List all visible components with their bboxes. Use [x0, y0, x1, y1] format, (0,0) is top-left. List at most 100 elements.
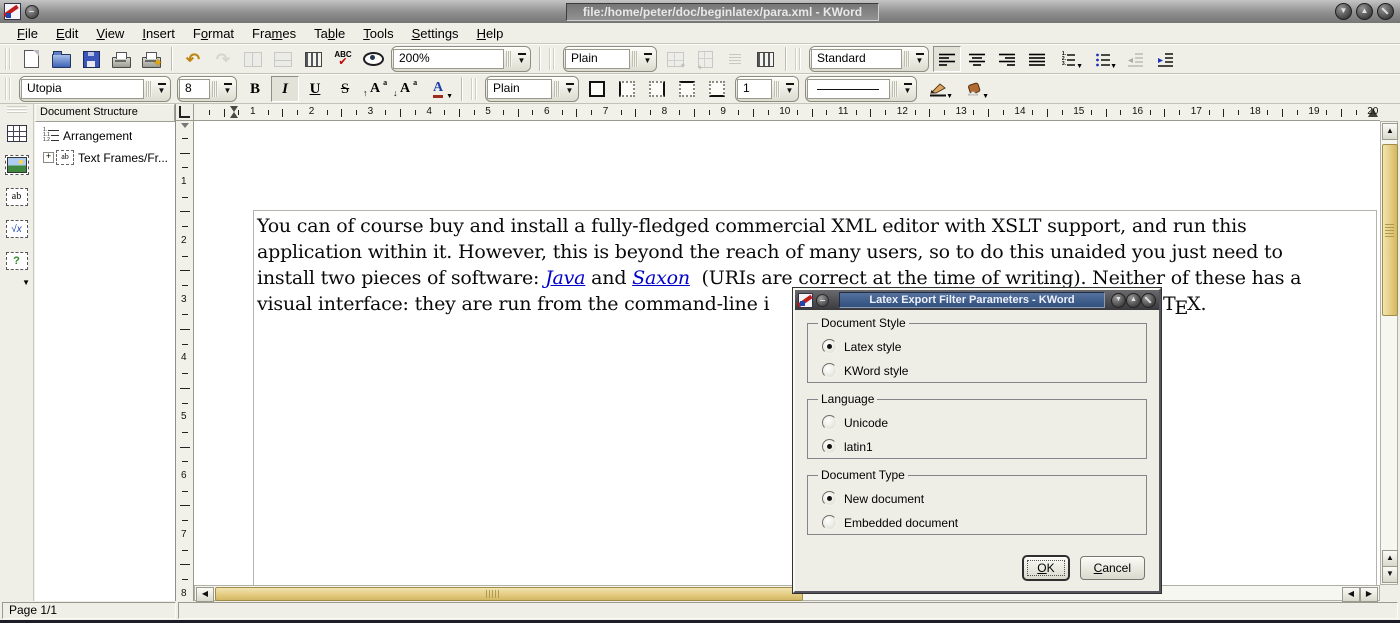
toolbar-extension-arrow-icon[interactable]: ▼	[22, 278, 30, 287]
paragraph-style-combobox[interactable]: Plain ▼	[563, 46, 657, 72]
toolbar-grip[interactable]	[5, 48, 13, 70]
ok-button[interactable]: OK	[1022, 555, 1069, 581]
radio-latex-style[interactable]: Latex style	[822, 339, 1138, 354]
insert-text-frame-button[interactable]: ab	[4, 184, 30, 210]
vertical-scrollbar-thumb[interactable]	[1382, 144, 1398, 316]
menu-format[interactable]: Format	[184, 25, 243, 42]
frame-style-combobox[interactable]: Plain ▼	[485, 76, 579, 102]
align-justify-button[interactable]	[1023, 46, 1051, 72]
radio-embedded-document[interactable]: Embedded document	[822, 515, 1138, 530]
menu-settings[interactable]: Settings	[403, 25, 468, 42]
java-link[interactable]: Java	[545, 267, 585, 289]
menu-table[interactable]: Table	[305, 25, 354, 42]
maximize-button[interactable]: ▲	[1356, 3, 1373, 20]
border-color-button[interactable]: ▼	[921, 76, 955, 102]
border-left-button[interactable]	[613, 76, 641, 102]
insert-formula-button[interactable]: √x	[4, 216, 30, 242]
scroll-left-button[interactable]: ◀	[196, 587, 214, 602]
dropdown-arrow-icon[interactable]: ▼	[899, 77, 916, 101]
radio-icon[interactable]	[822, 491, 837, 506]
increase-indent-button[interactable]	[1151, 46, 1179, 72]
insert-column-button[interactable]	[691, 46, 719, 72]
strikethrough-button[interactable]: S	[331, 76, 359, 102]
dropdown-arrow-icon[interactable]: ▼	[1110, 63, 1117, 70]
undo-button[interactable]: ↶	[179, 46, 207, 72]
dropdown-arrow-icon[interactable]: ▼	[911, 47, 928, 71]
background-color-button[interactable]: ▼	[957, 76, 991, 102]
preview-eye-button[interactable]	[359, 46, 387, 72]
zoom-combobox[interactable]: 200% ▼	[391, 46, 531, 72]
scroll-up-button[interactable]: ▲	[1382, 123, 1398, 140]
toolbar-grip[interactable]	[549, 48, 557, 70]
toolbar-grip[interactable]	[471, 78, 479, 100]
window-menu-button[interactable]	[25, 5, 39, 19]
toolbar-grip[interactable]	[795, 48, 803, 70]
menu-file[interactable]: File	[8, 25, 47, 42]
radio-icon[interactable]	[822, 363, 837, 378]
radio-unicode[interactable]: Unicode	[822, 415, 1138, 430]
v-ruler[interactable]: 12345678	[176, 121, 194, 601]
dialog-titlebar[interactable]: Latex Export Filter Parameters - KWord ▼…	[795, 290, 1159, 310]
radio-new-document[interactable]: New document	[822, 491, 1138, 506]
dialog-minimize-button[interactable]: ▼	[1111, 293, 1126, 308]
document-canvas[interactable]: You can of course buy and install a full…	[194, 121, 1380, 601]
font-size-down-button[interactable]: Aa↓	[391, 76, 419, 102]
tree-item-text-frames[interactable]: + ab Text Frames/Fr...	[43, 150, 173, 165]
tab-selector[interactable]	[176, 104, 194, 121]
border-outline-button[interactable]	[583, 76, 611, 102]
horizontal-scrollbar-thumb[interactable]	[215, 587, 803, 601]
columns-button[interactable]	[751, 46, 779, 72]
split-cells-button[interactable]	[269, 46, 297, 72]
dropdown-arrow-icon[interactable]: ▼	[513, 47, 530, 71]
radio-icon[interactable]	[822, 515, 837, 530]
toolbar-grip[interactable]	[7, 106, 27, 113]
spellcheck-button[interactable]: ABC✔	[329, 46, 357, 72]
new-document-button[interactable]	[17, 46, 45, 72]
border-bottom-button[interactable]	[703, 76, 731, 102]
radio-kword-style[interactable]: KWord style	[822, 363, 1138, 378]
bold-button[interactable]: B	[241, 76, 269, 102]
dropdown-arrow-icon[interactable]: ▼	[561, 77, 578, 101]
dropdown-arrow-icon[interactable]: ▼	[982, 93, 989, 100]
minimize-button[interactable]: ▼	[1335, 3, 1352, 20]
print-button[interactable]	[107, 46, 135, 72]
menu-insert[interactable]: Insert	[133, 25, 184, 42]
align-center-button[interactable]	[963, 46, 991, 72]
h-ruler[interactable]: 1234567891011121314151617181920	[194, 104, 1380, 121]
dropdown-arrow-icon[interactable]: ▼	[446, 93, 453, 100]
tree-item-arrangement[interactable]: 1.1.11.2 Arrangement	[43, 128, 173, 143]
print-preview-button[interactable]: ✦	[137, 46, 165, 72]
dropdown-arrow-icon[interactable]: ▼	[1076, 63, 1083, 70]
dialog-close-button[interactable]	[1141, 293, 1156, 308]
tree-expander-icon[interactable]: +	[43, 152, 54, 163]
align-right-button[interactable]	[993, 46, 1021, 72]
cancel-button[interactable]: Cancel	[1080, 556, 1145, 580]
dropdown-arrow-icon[interactable]: ▼	[946, 93, 953, 100]
saxon-link[interactable]: Saxon	[632, 267, 690, 289]
align-left-button[interactable]	[933, 46, 961, 72]
font-size-combobox[interactable]: 8 ▼	[177, 76, 237, 102]
scroll-down-button[interactable]: ▼	[1382, 566, 1398, 583]
insert-table-button[interactable]	[4, 120, 30, 146]
italic-button[interactable]: I	[271, 76, 299, 102]
border-top-button[interactable]	[673, 76, 701, 102]
border-style-combobox[interactable]: ▼	[805, 76, 917, 102]
menu-help[interactable]: Help	[468, 25, 513, 42]
insert-picture-button[interactable]	[4, 152, 30, 178]
merge-cells-button[interactable]	[239, 46, 267, 72]
window-titlebar[interactable]: file:/home/peter/doc/beginlatex/para.xml…	[0, 0, 1400, 24]
top-margin-marker[interactable]	[181, 123, 189, 128]
redo-button[interactable]: ↷	[209, 46, 237, 72]
open-button[interactable]	[47, 46, 75, 72]
font-size-up-button[interactable]: Aa↑	[361, 76, 389, 102]
vertical-scrollbar[interactable]: ▲ ▲ ▼	[1380, 121, 1398, 585]
save-button[interactable]	[77, 46, 105, 72]
border-right-button[interactable]	[643, 76, 671, 102]
radio-icon[interactable]	[822, 339, 837, 354]
insert-object-button[interactable]: ?	[4, 248, 30, 274]
frame-columns-button[interactable]	[299, 46, 327, 72]
font-family-combobox[interactable]: Utopia ▼	[19, 76, 171, 102]
numbered-list-button[interactable]: 1.2.3. ▼	[1053, 46, 1085, 72]
close-button[interactable]	[1377, 3, 1394, 20]
font-color-button[interactable]: A▼	[421, 76, 455, 102]
